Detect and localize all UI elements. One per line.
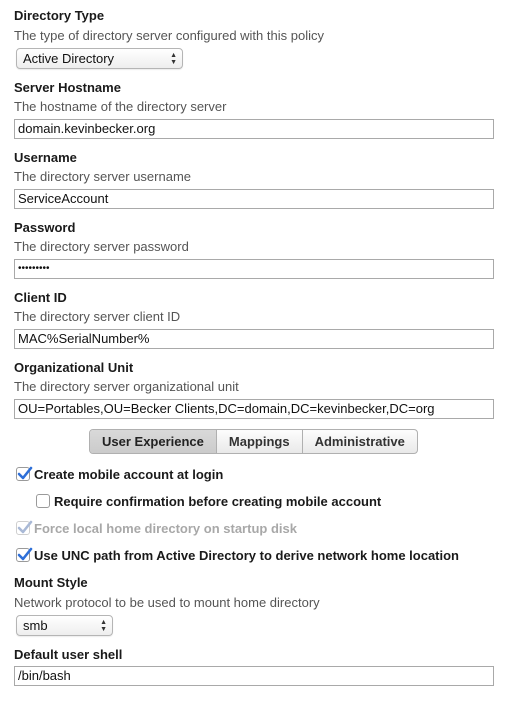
mount-style-label: Mount Style bbox=[14, 575, 88, 590]
client-id-input[interactable]: MAC%SerialNumber% bbox=[14, 329, 494, 349]
password-label: Password bbox=[14, 220, 76, 235]
org-unit-input[interactable]: OU=Portables,OU=Becker Clients,DC=domain… bbox=[14, 399, 494, 419]
force-local-home-checkbox bbox=[16, 520, 33, 535]
tab-mappings[interactable]: Mappings bbox=[217, 430, 303, 453]
directory-type-description: The type of directory server configured … bbox=[14, 28, 324, 43]
org-unit-description: The directory server organizational unit bbox=[14, 379, 239, 394]
username-description: The directory server username bbox=[14, 169, 192, 184]
mount-style-description: Network protocol to be used to mount hom… bbox=[14, 595, 320, 610]
create-mobile-checkbox[interactable] bbox=[16, 466, 33, 481]
directory-type-value: Active Directory bbox=[23, 51, 115, 66]
up-down-arrows-icon: ▲ ▼ bbox=[170, 51, 177, 66]
checkmark-icon bbox=[17, 547, 33, 561]
create-mobile-label: Create mobile account at login bbox=[34, 467, 224, 482]
directory-type-label: Directory Type bbox=[14, 8, 105, 23]
checkmark-icon bbox=[17, 520, 33, 534]
password-input[interactable]: ••••••••• bbox=[14, 259, 494, 279]
require-confirmation-label: Require confirmation before creating mob… bbox=[54, 494, 382, 509]
server-hostname-label: Server Hostname bbox=[14, 80, 121, 95]
up-down-arrows-icon: ▲ ▼ bbox=[100, 618, 107, 633]
require-confirmation-checkbox[interactable] bbox=[36, 494, 50, 508]
use-unc-label: Use UNC path from Active Directory to de… bbox=[34, 548, 459, 563]
mount-style-value: smb bbox=[23, 618, 48, 633]
checkmark-icon bbox=[17, 466, 33, 480]
default-shell-input[interactable]: /bin/bash bbox=[14, 666, 494, 686]
use-unc-checkbox[interactable] bbox=[16, 547, 33, 562]
password-description: The directory server password bbox=[14, 239, 189, 254]
username-input[interactable]: ServiceAccount bbox=[14, 189, 494, 209]
tab-bar: User Experience Mappings Administrative bbox=[89, 429, 418, 454]
client-id-description: The directory server client ID bbox=[14, 309, 181, 324]
server-hostname-description: The hostname of the directory server bbox=[14, 99, 227, 114]
tab-user-experience[interactable]: User Experience bbox=[90, 430, 217, 453]
client-id-label: Client ID bbox=[14, 290, 67, 305]
org-unit-label: Organizational Unit bbox=[14, 360, 134, 375]
tab-administrative[interactable]: Administrative bbox=[303, 430, 417, 453]
directory-type-select[interactable]: Active Directory ▲ ▼ bbox=[16, 48, 183, 69]
server-hostname-input[interactable]: domain.kevinbecker.org bbox=[14, 119, 494, 139]
default-shell-label: Default user shell bbox=[14, 647, 123, 662]
username-label: Username bbox=[14, 150, 77, 165]
force-local-home-label: Force local home directory on startup di… bbox=[34, 521, 297, 536]
mount-style-select[interactable]: smb ▲ ▼ bbox=[16, 615, 113, 636]
